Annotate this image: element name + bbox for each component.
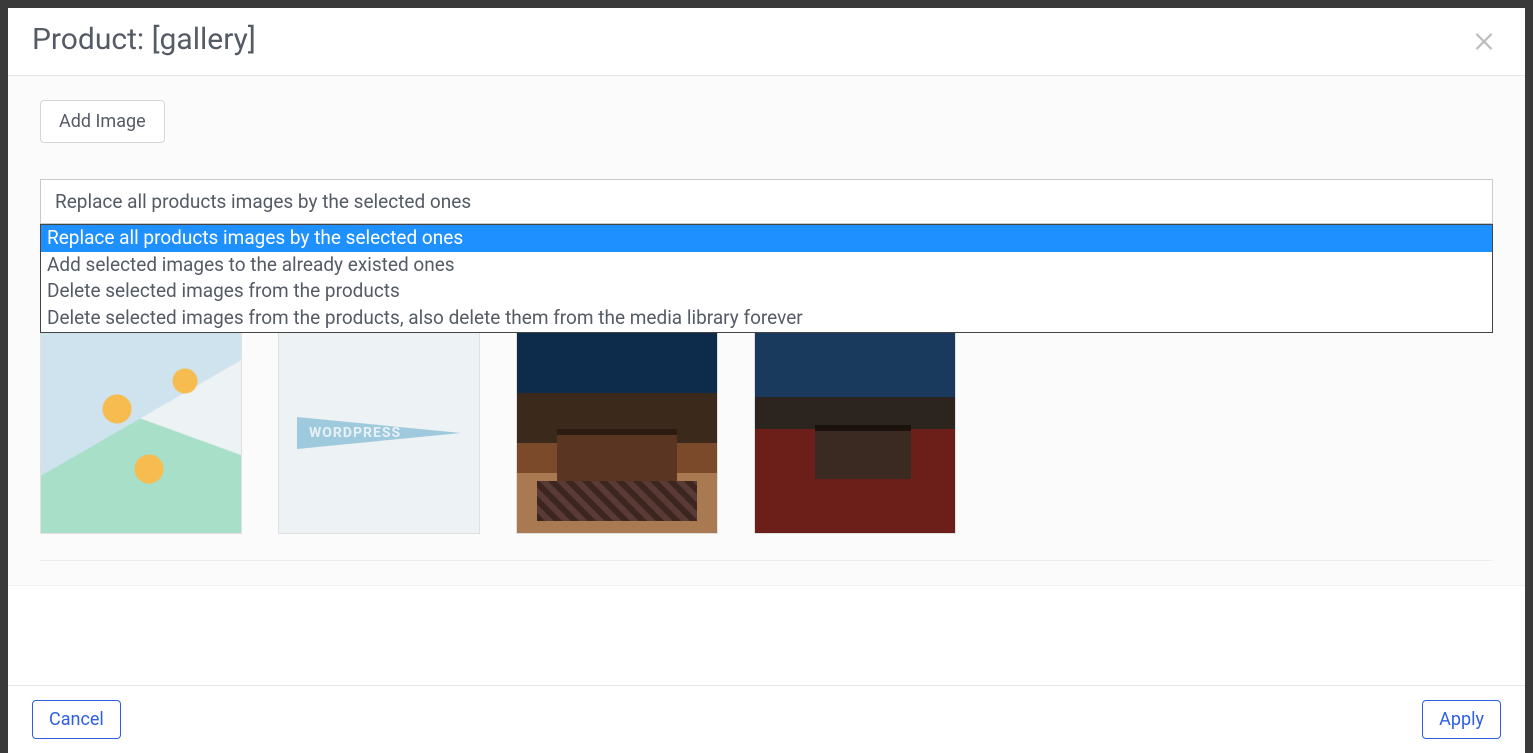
modal-header: Product: [gallery] [8, 8, 1525, 76]
add-image-button[interactable]: Add Image [40, 100, 165, 143]
modal-title: Product: [gallery] [32, 22, 256, 57]
apply-button[interactable]: Apply [1422, 700, 1501, 739]
modal-dialog: Product: [gallery] Add Image Replace all… [8, 8, 1525, 721]
action-option-delete[interactable]: Delete selected images from the products [41, 278, 1492, 305]
action-select-dropdown: Replace all products images by the selec… [40, 224, 1493, 333]
close-icon[interactable] [1467, 23, 1501, 57]
action-option-replace[interactable]: Replace all products images by the selec… [41, 225, 1492, 252]
modal-spacer [8, 585, 1525, 685]
action-option-delete-forever[interactable]: Delete selected images from the products… [41, 305, 1492, 332]
gallery-thumbnail[interactable] [278, 332, 480, 534]
gallery-thumbnail[interactable] [40, 332, 242, 534]
modal-body: Add Image Replace all products images by… [8, 76, 1525, 585]
modal-footer: Cancel Apply [8, 685, 1525, 753]
gallery-row [40, 332, 1493, 534]
action-option-add[interactable]: Add selected images to the already exist… [41, 252, 1492, 279]
divider [40, 560, 1493, 561]
gallery-thumbnail[interactable] [754, 332, 956, 534]
gallery-thumbnail[interactable] [516, 332, 718, 534]
action-select-display[interactable]: Replace all products images by the selec… [40, 179, 1493, 224]
cancel-button[interactable]: Cancel [32, 700, 121, 739]
action-select[interactable]: Replace all products images by the selec… [40, 179, 1493, 224]
